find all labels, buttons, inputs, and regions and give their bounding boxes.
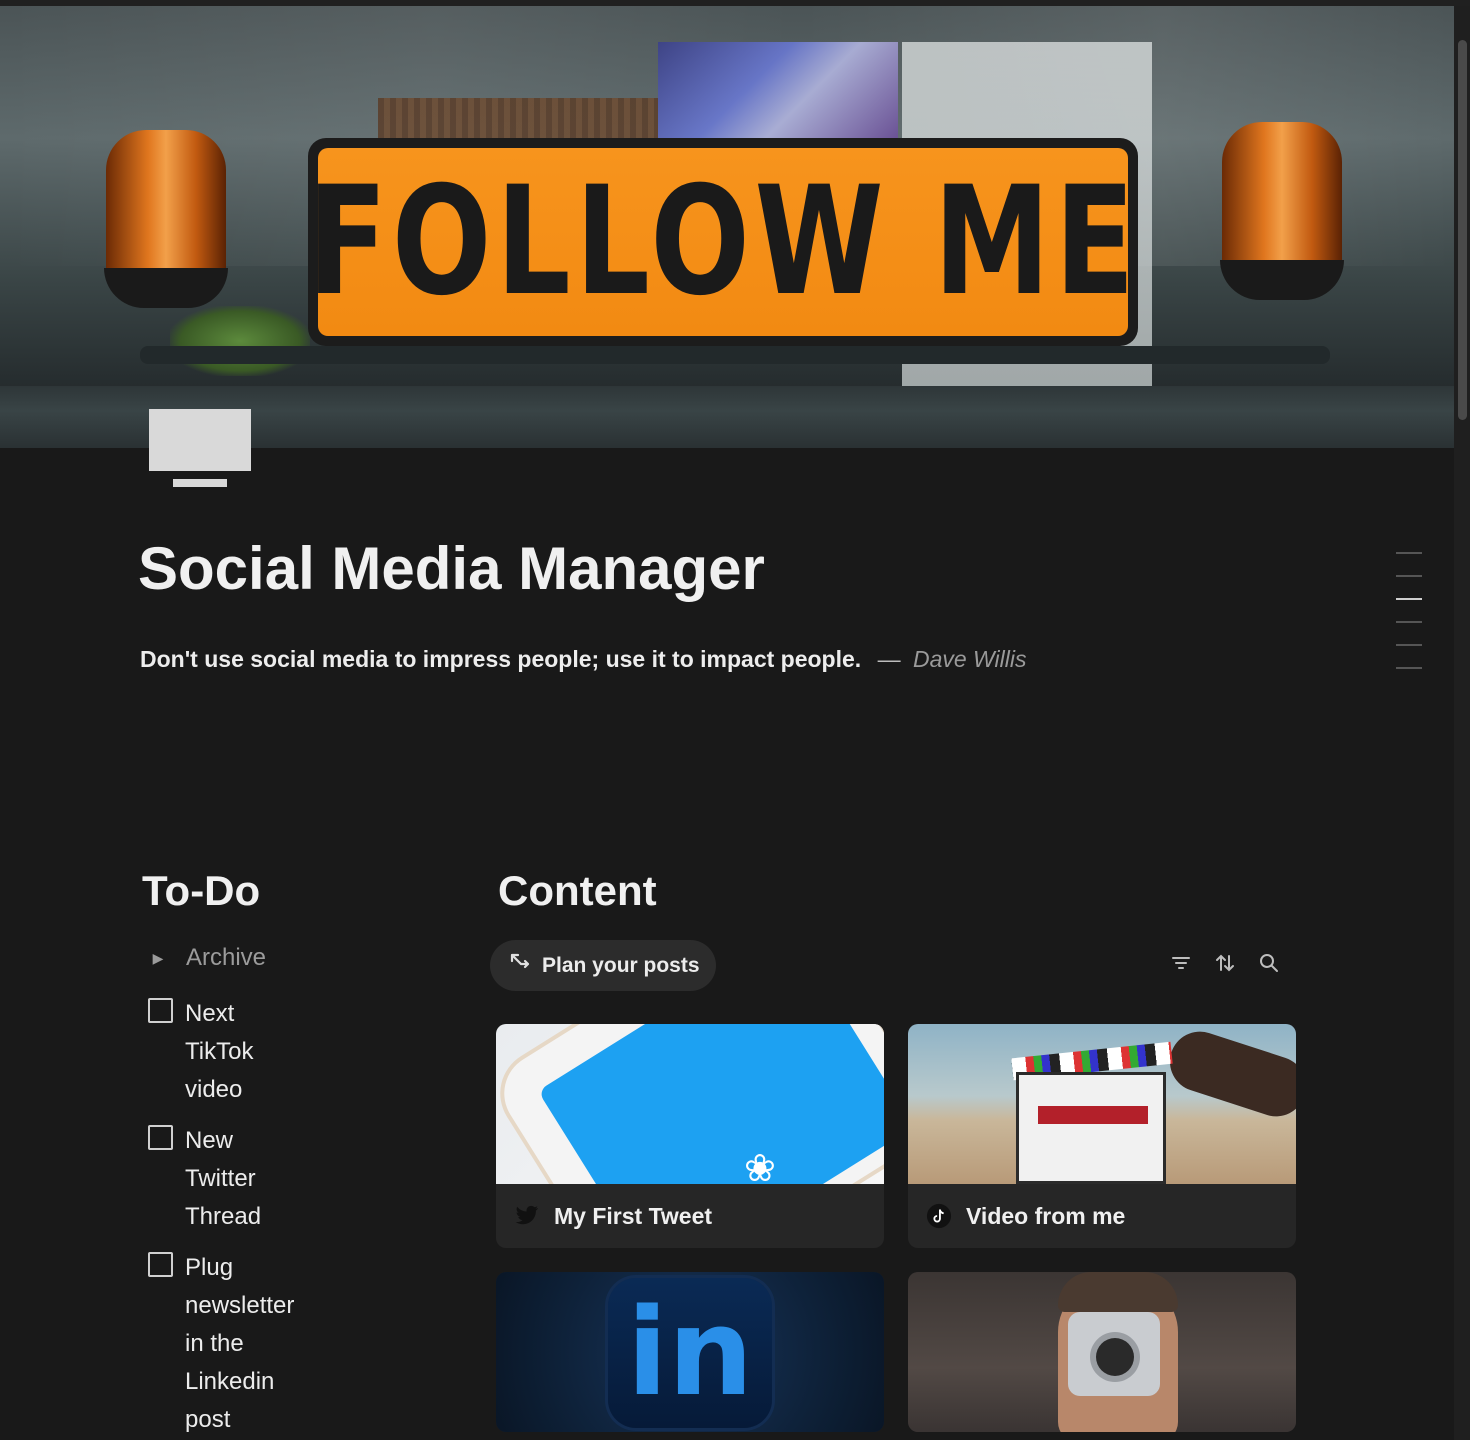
card-title: My First Tweet (554, 1202, 713, 1229)
archive-toggle[interactable]: ▶ Archive (148, 944, 266, 972)
cover-screen-panel (658, 42, 898, 142)
database-tools (1170, 952, 1280, 974)
todo-item-label[interactable]: New Twitter Thread (185, 1122, 305, 1236)
clapperboard-image (1016, 1072, 1166, 1184)
todo-item: New Twitter Thread (148, 1122, 305, 1236)
sign-text: FOLLOW ME (306, 155, 1140, 329)
toc-line[interactable] (1396, 667, 1422, 669)
gallery-card[interactable]: ❀ My First Tweet (496, 1024, 884, 1248)
follow-me-sign: FOLLOW ME (307, 138, 1138, 346)
sort-icon[interactable] (1214, 952, 1236, 974)
triangle-right-icon[interactable]: ▶ (148, 950, 168, 967)
twitter-icon (514, 1203, 540, 1229)
roof-rail (140, 346, 1330, 364)
person-hair-image (1058, 1272, 1178, 1312)
content-heading[interactable]: Content (498, 867, 657, 914)
camera-lens (1096, 1338, 1134, 1376)
left-beacon-base (104, 268, 228, 308)
todo-item: Plug newsletter in the Linkedin post (148, 1249, 305, 1439)
plan-posts-button[interactable]: Plan your posts (490, 940, 716, 991)
table-of-contents[interactable] (1396, 552, 1422, 690)
card-caption: My First Tweet (496, 1184, 884, 1248)
quote-dash: — (877, 646, 901, 672)
todo-checkbox[interactable] (148, 1125, 173, 1150)
linked-view-icon (508, 951, 532, 981)
todo-checkbox[interactable] (148, 1252, 173, 1277)
card-cover-camera (908, 1272, 1296, 1432)
sign-face: FOLLOW ME (307, 148, 1134, 336)
linkedin-icon: in (608, 1278, 772, 1428)
toc-line[interactable] (1396, 644, 1422, 646)
todo-item: Next TikTok video (148, 995, 305, 1109)
page-quote[interactable]: Don't use social media to impress people… (140, 646, 1027, 673)
card-caption: Video from me (908, 1184, 1296, 1248)
toc-line[interactable] (1396, 552, 1422, 554)
gallery-card[interactable] (908, 1272, 1296, 1432)
quote-author: Dave Willis (912, 646, 1027, 672)
right-beacon (1222, 122, 1342, 272)
twitter-bird-icon: ❀ (744, 1148, 776, 1184)
cover-wood-panel (378, 98, 658, 142)
todo-item-label[interactable]: Plug newsletter in the Linkedin post (185, 1249, 305, 1439)
page-title[interactable]: Social Media Manager (138, 536, 765, 602)
plan-posts-label: Plan your posts (542, 953, 700, 977)
card-title: Video from me (966, 1202, 1126, 1229)
filter-icon[interactable] (1170, 952, 1192, 974)
quote-text: Don't use social media to impress people… (140, 646, 862, 672)
scrollbar-thumb[interactable] (1458, 40, 1467, 420)
toc-line-active[interactable] (1396, 598, 1422, 600)
timecode-display (1038, 1106, 1148, 1124)
card-cover-linkedin: in (496, 1272, 884, 1432)
card-cover-twitter: ❀ (496, 1024, 884, 1184)
todo-checkbox[interactable] (148, 998, 173, 1023)
todo-item-label[interactable]: Next TikTok video (185, 995, 305, 1109)
monitor-screen (149, 409, 251, 471)
gallery-card[interactable]: in (496, 1272, 884, 1432)
gallery-card[interactable]: Video from me (908, 1024, 1296, 1248)
archive-label: Archive (186, 944, 267, 971)
toc-line[interactable] (1396, 575, 1422, 577)
todo-heading[interactable]: To-Do (142, 867, 260, 914)
toc-line[interactable] (1396, 621, 1422, 623)
cover-bush (170, 306, 310, 376)
monitor-stand (173, 479, 227, 487)
monitor-icon[interactable] (149, 409, 251, 489)
arm-image (1162, 1024, 1296, 1125)
left-beacon (106, 130, 226, 280)
card-cover-clapperboard (908, 1024, 1296, 1184)
search-icon[interactable] (1258, 952, 1280, 974)
right-beacon-base (1220, 260, 1344, 300)
cover-image[interactable]: FOLLOW ME (0, 6, 1454, 448)
tiktok-icon (926, 1203, 952, 1229)
